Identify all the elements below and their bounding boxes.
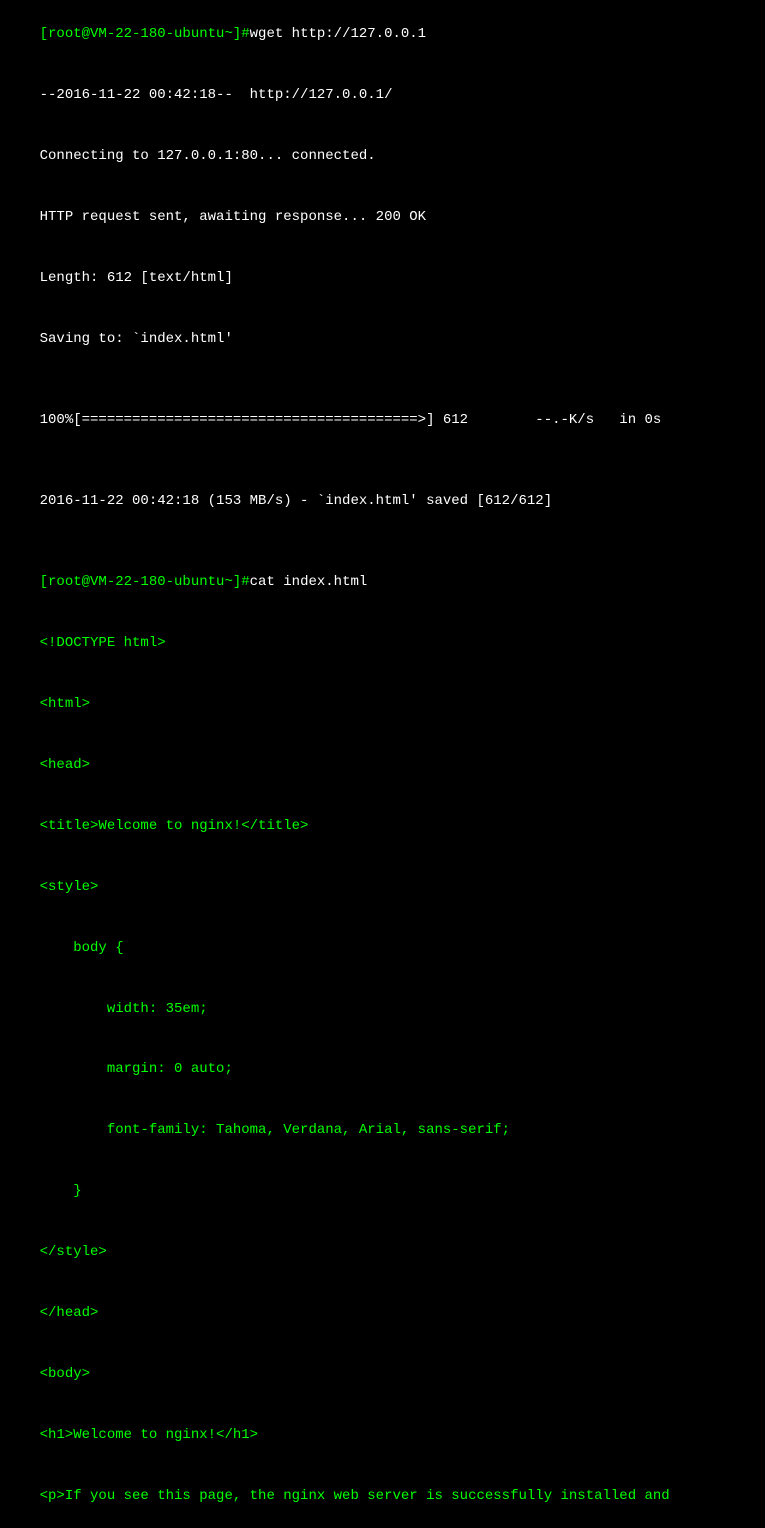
line-2: --2016-11-22 00:42:18-- http://127.0.0.1… xyxy=(6,65,759,126)
html-line-p1: <p>If you see this page, the nginx web s… xyxy=(6,1465,759,1526)
progress-line: 100%[===================================… xyxy=(6,390,759,451)
html-line-doctype: <!DOCTYPE html> xyxy=(6,613,759,674)
line-5: Length: 612 [text/html] xyxy=(6,248,759,309)
blank-1 xyxy=(6,369,759,389)
prompt2-text: [root@VM-22-180-ubuntu~]# xyxy=(40,574,250,590)
html-line-html: <html> xyxy=(6,674,759,735)
line-4: HTTP request sent, awaiting response... … xyxy=(6,187,759,248)
blank-3 xyxy=(6,532,759,552)
html-line-body-tag: <body> xyxy=(6,1344,759,1405)
saved-line: 2016-11-22 00:42:18 (153 MB/s) - `index.… xyxy=(6,471,759,532)
html-line-font: font-family: Tahoma, Verdana, Arial, san… xyxy=(6,1100,759,1161)
html-line-head-close: </head> xyxy=(6,1283,759,1344)
html-line-width: width: 35em; xyxy=(6,978,759,1039)
html-line-p1-cont: working. Further configuration is requir… xyxy=(6,1526,759,1528)
html-line-style-close: </style> xyxy=(6,1222,759,1283)
line-3: Connecting to 127.0.0.1:80... connected. xyxy=(6,126,759,187)
prompt-text: [root@VM-22-180-ubuntu~]# xyxy=(40,26,250,42)
line-1: [root@VM-22-180-ubuntu~]#wget http://127… xyxy=(6,4,759,65)
prompt-2: [root@VM-22-180-ubuntu~]#cat index.html xyxy=(6,552,759,613)
html-line-margin: margin: 0 auto; xyxy=(6,1039,759,1100)
cmd2-text: cat index.html xyxy=(250,574,368,590)
html-line-head: <head> xyxy=(6,735,759,796)
html-line-title: <title>Welcome to nginx!</title> xyxy=(6,796,759,857)
blank-2 xyxy=(6,451,759,471)
cmd-text: wget http://127.0.0.1 xyxy=(250,26,426,42)
line-6: Saving to: `index.html' xyxy=(6,308,759,369)
terminal: [root@VM-22-180-ubuntu~]#wget http://127… xyxy=(6,4,759,1528)
html-line-body-close-brace: } xyxy=(6,1161,759,1222)
html-line-style: <style> xyxy=(6,856,759,917)
html-line-h1: <h1>Welcome to nginx!</h1> xyxy=(6,1404,759,1465)
html-line-body-open: body { xyxy=(6,917,759,978)
